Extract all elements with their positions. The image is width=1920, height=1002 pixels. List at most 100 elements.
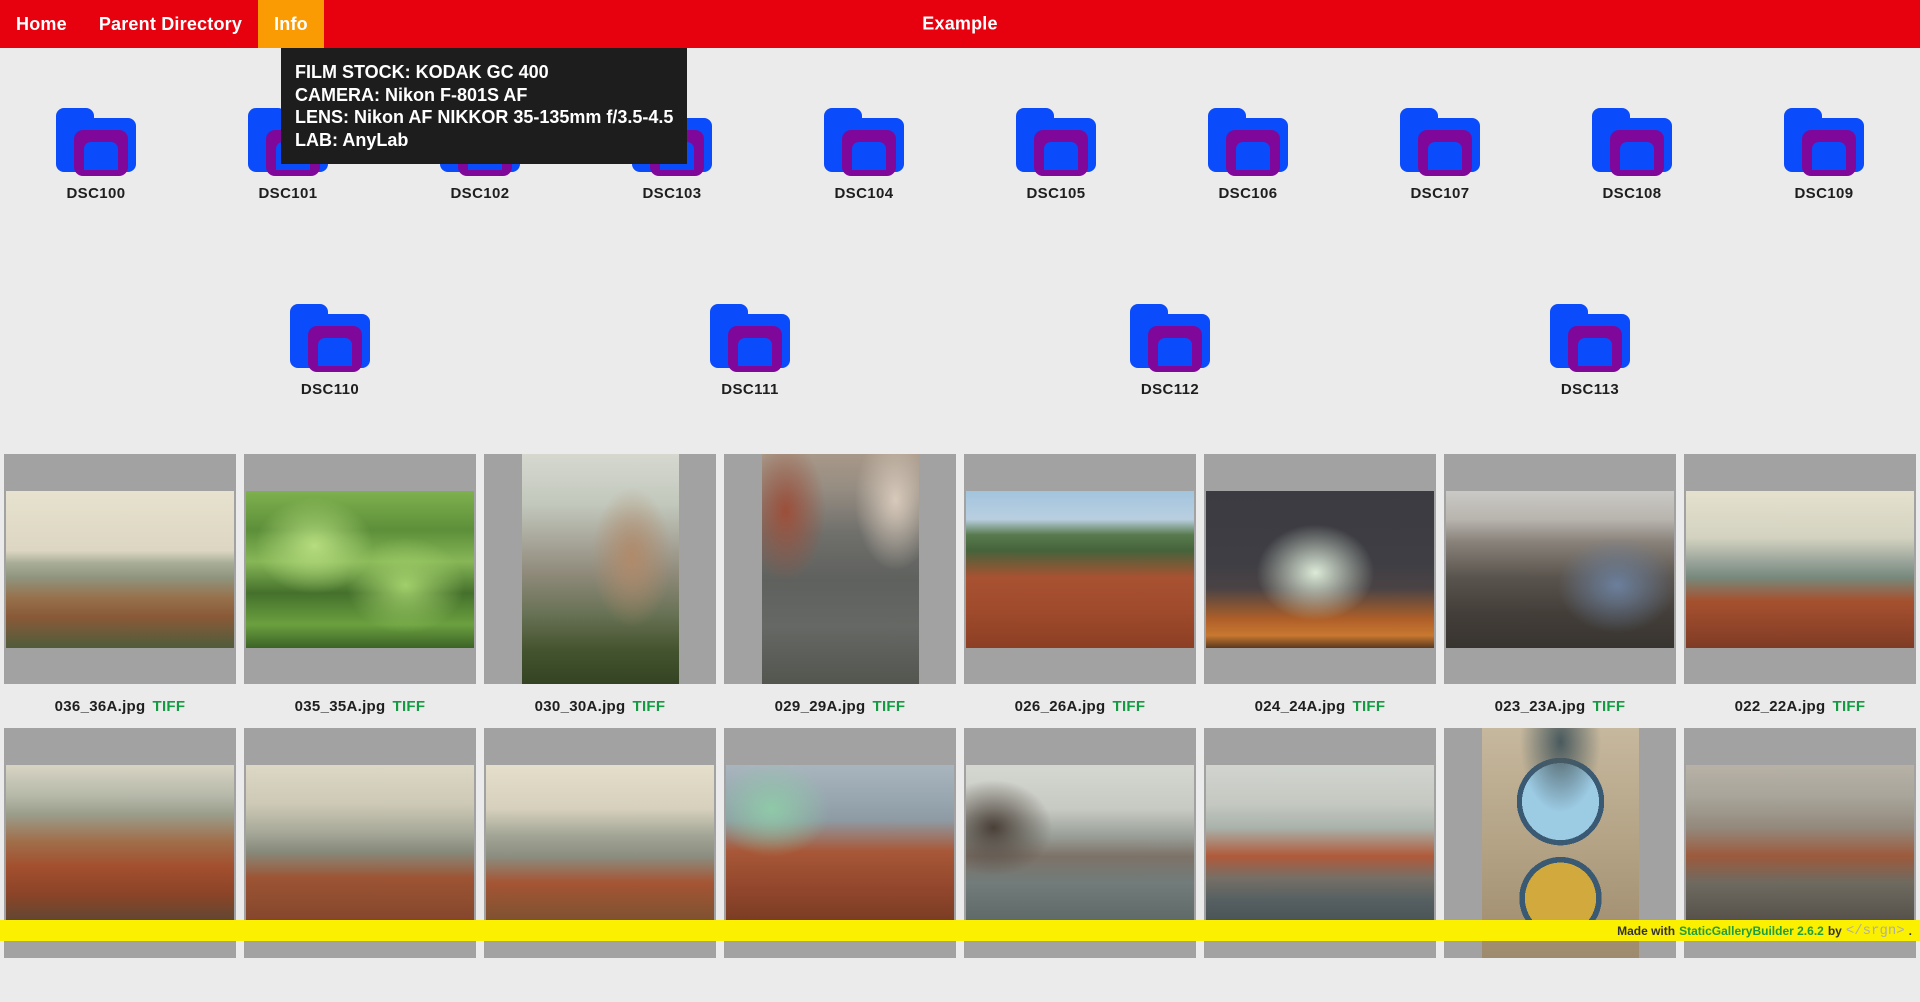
- photo-thumbnail: [522, 454, 679, 684]
- image-tile[interactable]: [724, 454, 956, 684]
- folder-label: DSC103: [642, 185, 701, 202]
- folder-label: DSC100: [66, 185, 125, 202]
- photo-thumbnail: [726, 765, 954, 922]
- footer-builder-link[interactable]: StaticGalleryBuilder 2.6.2: [1679, 924, 1824, 938]
- image-cell: 022_22A.jpg TIFF: [1680, 454, 1920, 728]
- photo-thumbnail: [486, 765, 714, 922]
- image-cell: 024_24A.jpgTIFF: [1200, 454, 1440, 728]
- image-cell: [720, 728, 960, 1002]
- folder-label: DSC104: [834, 185, 893, 202]
- photo-thumbnail: [762, 454, 919, 684]
- info-tooltip: FILM STOCK: KODAK GC 400 CAMERA: Nikon F…: [281, 48, 687, 164]
- folder-door-shape: [728, 326, 782, 372]
- image-cell: [1440, 728, 1680, 1002]
- folder-icon: [1400, 108, 1480, 172]
- format-badge: TIFF: [873, 698, 906, 715]
- format-badge: TIFF: [1833, 698, 1866, 715]
- folder-label: DSC106: [1218, 185, 1277, 202]
- image-label: 026_26A.jpgTIFF: [1015, 684, 1146, 728]
- image-cell: [480, 728, 720, 1002]
- folder-item[interactable]: DSC113: [1380, 244, 1800, 440]
- tooltip-line-camera: CAMERA: Nikon F-801S AF: [295, 84, 673, 107]
- format-badge: TIFF: [633, 698, 666, 715]
- image-filename: 029_29A.jpg: [775, 698, 866, 715]
- format-badge: TIFF: [393, 698, 426, 715]
- tooltip-line-lens: LENS: Nikon AF NIKKOR 35-135mm f/3.5-4.5: [295, 106, 673, 129]
- folder-icon: [710, 304, 790, 368]
- image-cell: [1680, 728, 1920, 1002]
- image-label: 029_29A.jpg TIFF: [775, 684, 906, 728]
- nav-item-info[interactable]: Info: [258, 0, 324, 48]
- folder-door-shape: [1148, 326, 1202, 372]
- page-title: Example: [922, 14, 997, 35]
- folder-icon: [1784, 108, 1864, 172]
- folder-item[interactable]: DSC100: [0, 48, 192, 244]
- image-label: 022_22A.jpg TIFF: [1735, 684, 1866, 728]
- folder-label: DSC101: [258, 185, 317, 202]
- photo-thumbnail: [6, 765, 234, 922]
- image-tile[interactable]: [244, 454, 476, 684]
- image-tile[interactable]: [1444, 454, 1676, 684]
- image-label: 024_24A.jpgTIFF: [1255, 684, 1386, 728]
- folder-item[interactable]: DSC105: [960, 48, 1152, 244]
- nav-item-home[interactable]: Home: [0, 0, 83, 48]
- folder-icon: [1208, 108, 1288, 172]
- folder-label: DSC112: [1141, 381, 1199, 398]
- folder-item[interactable]: DSC107: [1344, 48, 1536, 244]
- image-tile[interactable]: [964, 454, 1196, 684]
- folder-icon: [56, 108, 136, 172]
- folder-label: DSC111: [721, 381, 778, 398]
- photo-thumbnail: [6, 491, 234, 648]
- image-tile[interactable]: [4, 454, 236, 684]
- image-label: 023_23A.jpg TIFF: [1495, 684, 1626, 728]
- photo-thumbnail: [966, 765, 1194, 922]
- folder-label: DSC105: [1026, 185, 1085, 202]
- folder-label: DSC110: [301, 381, 359, 398]
- image-cell: 030_30A.jpg TIFF: [480, 454, 720, 728]
- image-filename: 026_26A.jpg: [1015, 698, 1106, 715]
- folder-label: DSC102: [450, 185, 509, 202]
- folder-item[interactable]: DSC109: [1728, 48, 1920, 244]
- folder-item[interactable]: DSC104: [768, 48, 960, 244]
- folder-item[interactable]: DSC106: [1152, 48, 1344, 244]
- image-cell: [1200, 728, 1440, 1002]
- folder-label: DSC107: [1410, 185, 1469, 202]
- folder-door-shape: [74, 130, 128, 176]
- folder-item[interactable]: DSC108: [1536, 48, 1728, 244]
- srgn-logo[interactable]: </srgn>: [1846, 923, 1905, 939]
- photo-thumbnail: [1686, 491, 1914, 648]
- folder-door-shape: [1802, 130, 1856, 176]
- image-cell: 029_29A.jpg TIFF: [720, 454, 960, 728]
- image-tile[interactable]: [1204, 454, 1436, 684]
- folder-item[interactable]: DSC112: [960, 244, 1380, 440]
- top-nav-bar: Home Parent Directory Info Example: [0, 0, 1920, 48]
- folder-item[interactable]: DSC110: [120, 244, 540, 440]
- folder-door-shape: [1610, 130, 1664, 176]
- folder-item[interactable]: DSC111: [540, 244, 960, 440]
- footer-period: .: [1909, 924, 1912, 938]
- tooltip-line-lab: LAB: AnyLab: [295, 129, 673, 152]
- image-filename: 030_30A.jpg: [535, 698, 626, 715]
- folder-door-shape: [1226, 130, 1280, 176]
- image-label: 036_36A.jpg TIFF: [55, 684, 186, 728]
- folder-door-shape: [308, 326, 362, 372]
- image-tile[interactable]: [484, 454, 716, 684]
- image-filename: 023_23A.jpg: [1495, 698, 1586, 715]
- folder-door-shape: [1034, 130, 1088, 176]
- nav-item-parent-directory[interactable]: Parent Directory: [83, 0, 258, 48]
- image-filename: 022_22A.jpg: [1735, 698, 1826, 715]
- format-badge: TIFF: [153, 698, 186, 715]
- folder-icon: [1550, 304, 1630, 368]
- image-tile[interactable]: [1684, 454, 1916, 684]
- footer-made-with-text: Made with: [1617, 924, 1675, 938]
- folder-icon: [1016, 108, 1096, 172]
- footer-bar: Made with StaticGalleryBuilder 2.6.2 by …: [0, 920, 1920, 941]
- photo-thumbnail: [1206, 765, 1434, 922]
- photo-thumbnail: [246, 765, 474, 922]
- format-badge: TIFF: [1593, 698, 1626, 715]
- photo-thumbnail: [1446, 491, 1674, 648]
- folder-door-shape: [1568, 326, 1622, 372]
- image-filename: 036_36A.jpg: [55, 698, 146, 715]
- folder-door-shape: [1418, 130, 1472, 176]
- image-cell: 035_35A.jpgTIFF: [240, 454, 480, 728]
